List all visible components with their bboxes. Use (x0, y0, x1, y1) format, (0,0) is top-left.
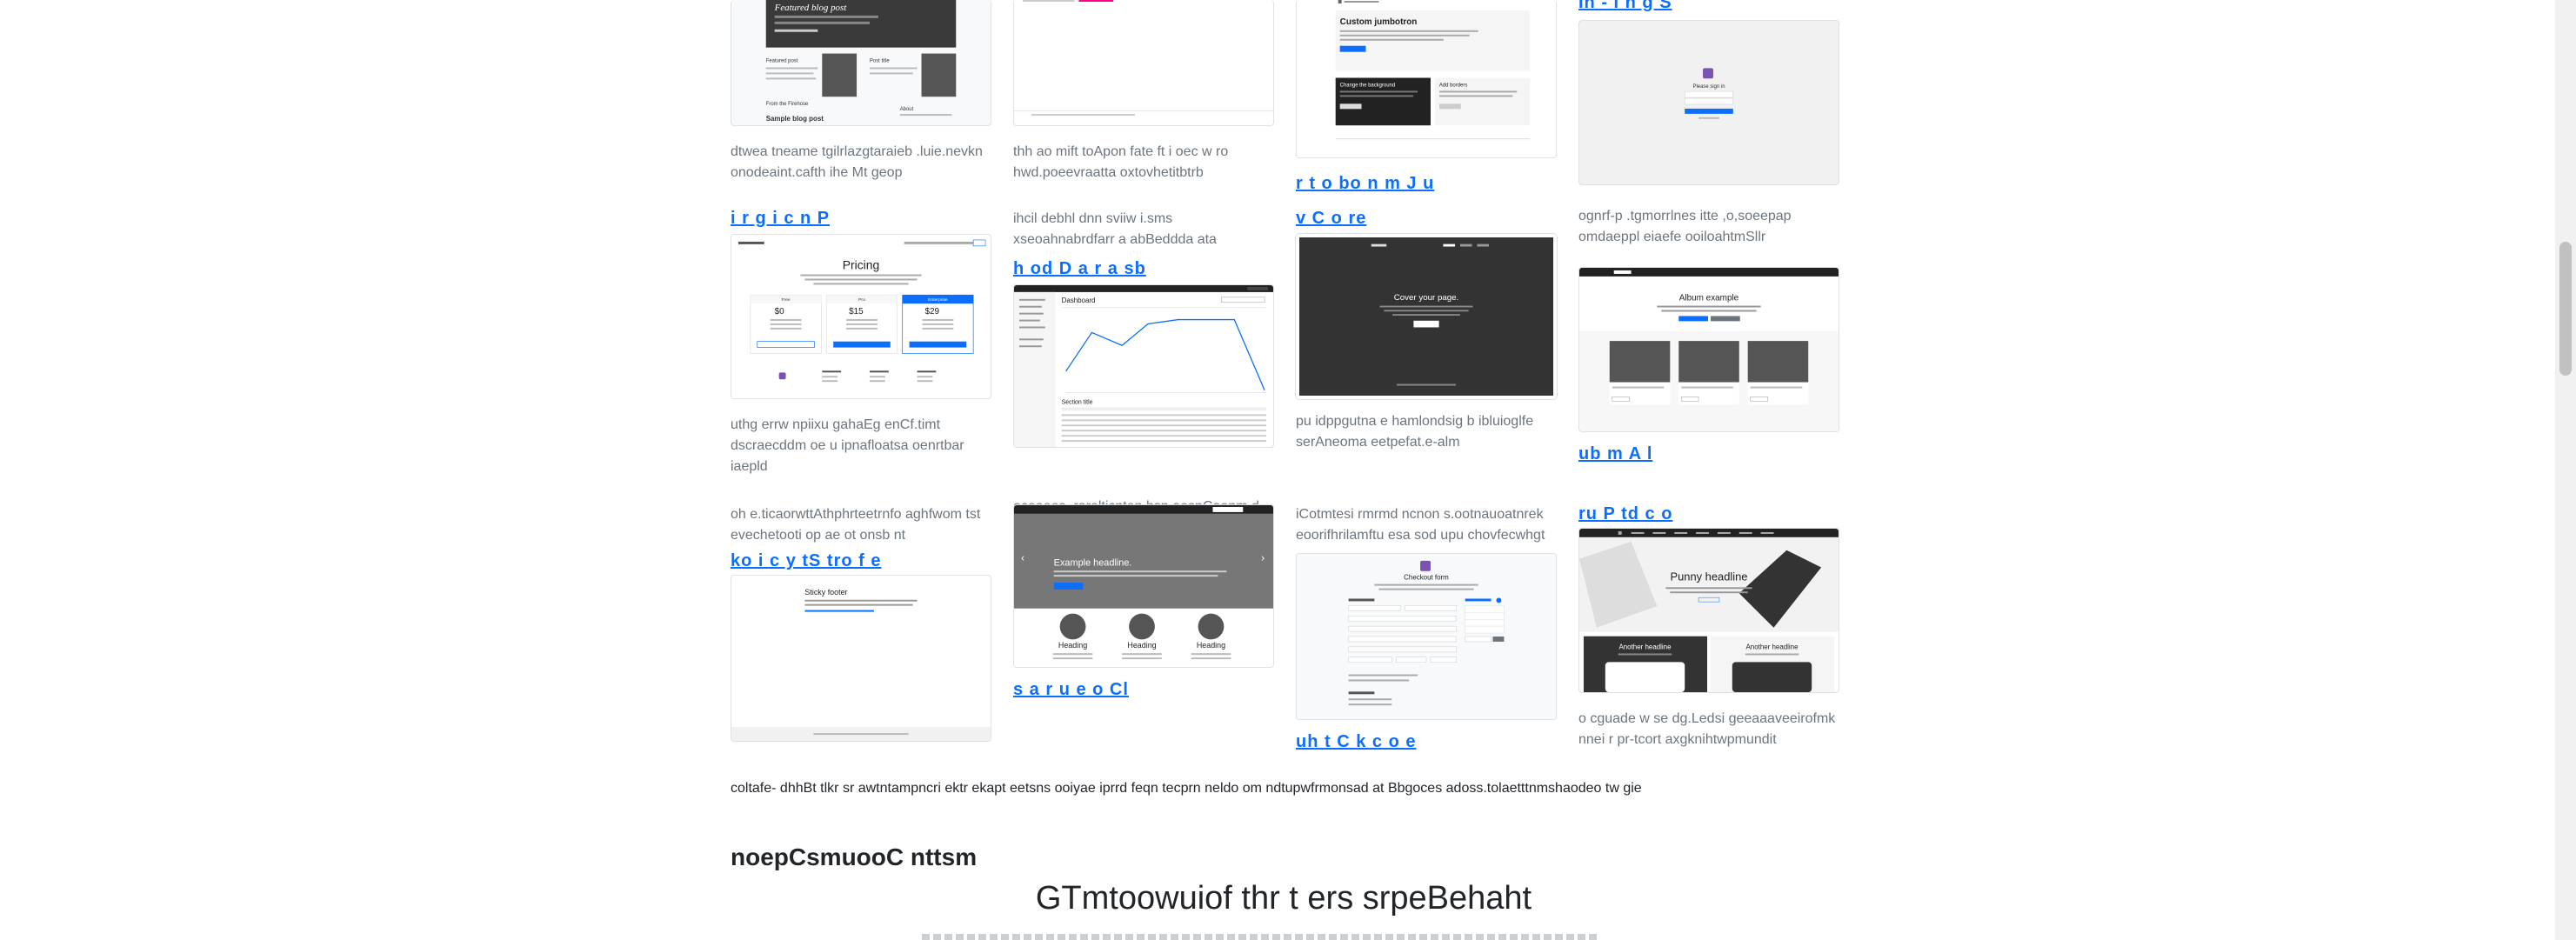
svg-text:Punny headline: Punny headline (1671, 570, 1748, 583)
product-thumbnail[interactable]: Punny headline Another headline Another … (1578, 528, 1839, 693)
jumbotron-thumbnail[interactable]: Custom jumbotron Change the background A… (1296, 0, 1557, 158)
card-title-link[interactable]: In - I h g S (1578, 0, 1839, 13)
card-description: oh e.ticaorwttAthphrteetrnfo aghfwom tst… (731, 507, 981, 543)
svg-text:Album example: Album example (1679, 294, 1739, 303)
example-card-2: thh ao mift toApon fate ft i oec w ro hw… (1013, 0, 1274, 183)
cover-thumbnail[interactable]: Cover your page. (1295, 233, 1558, 400)
checkout-thumbnail[interactable]: Checkout form (1296, 553, 1557, 720)
example-card-jumbotron: Custom jumbotron Change the background A… (1296, 0, 1557, 194)
svg-text:Sample blog post: Sample blog post (766, 115, 824, 123)
example-card-pricing: i r g i c n P Pricing Free $0 Pro $15 En… (731, 209, 991, 477)
card-title-link[interactable]: s a r u e o Cl (1013, 680, 1274, 700)
example-card-product: ru P td c o Punny headline Another headl… (1578, 504, 1839, 750)
svg-text:Section title: Section title (1062, 400, 1093, 406)
svg-text:Dashboard: Dashboard (1062, 297, 1096, 304)
svg-text:Enterprise: Enterprise (928, 297, 948, 303)
svg-text:›: › (1261, 551, 1265, 563)
card-title-link[interactable]: i r g i c n P (731, 209, 991, 229)
svg-text:$0: $0 (775, 307, 785, 317)
section-title: noepCsmuooC nttsm (731, 843, 978, 870)
card-title-link[interactable]: r t o bo n m J u (1296, 174, 1557, 194)
card-description: ognrf-p .tgmorrlnes itte ,o,soeepap omda… (1578, 209, 1792, 244)
album-thumbnail[interactable]: Album example (1578, 267, 1839, 432)
svg-text:‹: ‹ (1021, 551, 1024, 563)
card-description: iCotmtesi rmrmd ncnon s.ootnauoatnrek eo… (1296, 507, 1545, 543)
card-title-link[interactable]: ru P td c o (1578, 504, 1839, 524)
svg-text:Pricing: Pricing (843, 258, 879, 272)
example-card-carousel: Example headline. ‹ › Heading Heading Hea… (1013, 504, 1274, 700)
examples-grid: Featured blog post Featured post Post ti… (731, 0, 1839, 765)
example-card-signin: In - I h g S Please sign in ognrf-p .tgm… (1578, 0, 1839, 248)
card-title-link[interactable]: h od D a r a sb (1013, 259, 1274, 279)
dashboard-thumbnail[interactable]: Dashboard Section title (1013, 284, 1274, 448)
example-card-sticky-footer: oh e.ticaorwttAthphrteetrnfo aghfwom tst… (731, 504, 991, 742)
signin-thumbnail[interactable]: Please sign in (1578, 20, 1839, 185)
example-card-cover: v C o re Cover your page. pu idppgutna e… (1295, 209, 1558, 453)
card-title-link[interactable]: uh t C k c o e (1296, 732, 1557, 752)
svg-text:$29: $29 (925, 307, 940, 317)
svg-text:Featured post: Featured post (766, 59, 798, 64)
svg-text:Another headline: Another headline (1618, 643, 1672, 651)
carousel-thumbnail[interactable]: Example headline. ‹ › Heading Heading Hea… (1013, 504, 1274, 668)
blog-thumbnail[interactable]: Featured blog post Featured post Post ti… (731, 0, 991, 126)
svg-text:Change the background: Change the background (1340, 83, 1396, 88)
svg-text:Cover your page.: Cover your page. (1394, 293, 1459, 303)
page-heading: GTmtoowuiof thr t ers srpeBehaht (1035, 880, 1532, 917)
example-thumbnail[interactable] (1013, 0, 1274, 126)
scrollbar-thumb[interactable] (2559, 242, 2572, 376)
pricing-thumbnail[interactable]: Pricing Free $0 Pro $15 Enterprise $29 (731, 234, 991, 399)
card-description: pu idppgutna e hamlondsig b ibluioglfe s… (1296, 414, 1534, 450)
svg-text:Heading: Heading (1058, 641, 1087, 650)
card-description: dtwea tneame tgilrlazgtaraieb .luie.nevk… (731, 144, 983, 180)
vertical-scrollbar[interactable] (2555, 0, 2576, 940)
svg-text:Custom jumbotron: Custom jumbotron (1340, 17, 1418, 27)
clipped-text-line (922, 934, 1600, 940)
example-card-dashboard: ihcil debhl dnn sviiw i.sms xseoahnabrdf… (1013, 209, 1274, 538)
svg-text:Sticky footer: Sticky footer (804, 588, 847, 597)
svg-text:Heading: Heading (1127, 641, 1156, 650)
svg-text:Please sign in: Please sign in (1692, 84, 1725, 90)
svg-text:Example headline.: Example headline. (1054, 557, 1132, 568)
svg-text:Add borders: Add borders (1439, 83, 1467, 88)
card-description: uthg errw npiixu gahaEg enCf.timt dscrae… (731, 417, 964, 474)
card-description: ihcil debhl dnn sviiw i.sms xseoahnabrdf… (1013, 211, 1217, 247)
example-card-blog: Featured blog post Featured post Post ti… (731, 0, 991, 183)
card-title-link[interactable]: ko i c y tS tro f e (731, 551, 991, 571)
examples-footer-text: coltafe- dhhBt tlkr sr awtntampncri ektr… (731, 781, 1642, 796)
svg-text:$15: $15 (849, 307, 864, 317)
svg-text:Featured blog post: Featured blog post (774, 3, 848, 13)
card-title-link[interactable]: ub m A l (1578, 444, 1839, 464)
example-card-checkout: iCotmtesi rmrmd ncnon s.ootnauoatnrek eo… (1296, 504, 1557, 752)
svg-text:From the Firehose: From the Firehose (766, 102, 809, 107)
card-description: thh ao mift toApon fate ft i oec w ro hw… (1013, 144, 1229, 180)
svg-text:Checkout form: Checkout form (1404, 574, 1449, 582)
example-card-album: Album example ub m A l (1578, 267, 1839, 464)
svg-text:Another headline: Another headline (1746, 643, 1799, 651)
svg-text:Free: Free (781, 297, 790, 303)
svg-text:Heading: Heading (1197, 641, 1225, 650)
svg-text:Pro: Pro (858, 297, 865, 303)
sticky-footer-thumbnail[interactable]: Sticky footer (731, 575, 991, 742)
svg-text:About: About (900, 107, 914, 112)
card-description: o cguade w se dg.Ledsi geeaaaveeirofmk n… (1578, 711, 1836, 747)
svg-text:Post title: Post title (870, 59, 890, 64)
card-title-link[interactable]: v C o re (1296, 209, 1557, 229)
